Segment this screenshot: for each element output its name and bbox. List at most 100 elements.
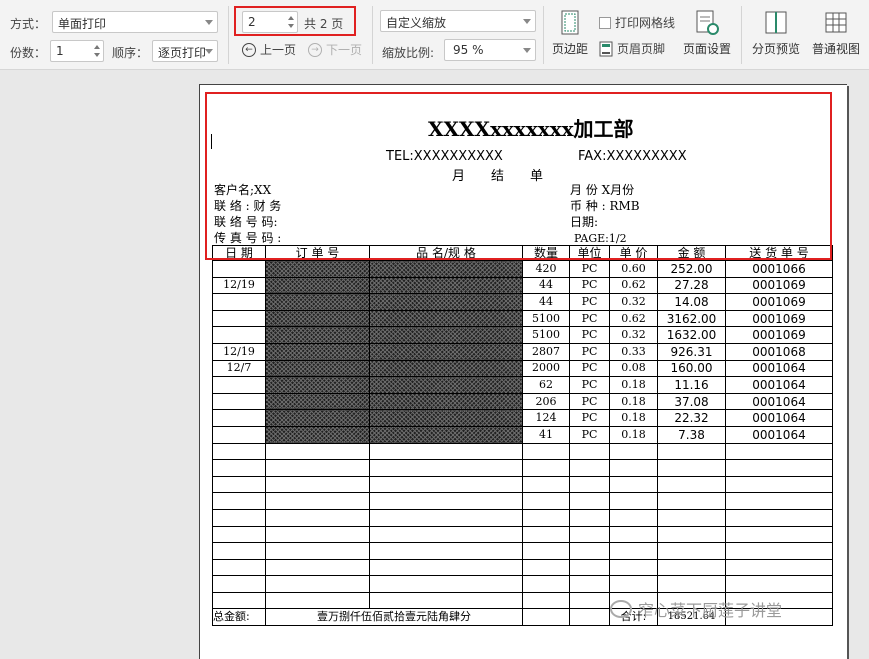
total-in-words: 壹万捌仟伍佰贰拾壹元陆角肆分 bbox=[265, 608, 523, 627]
cell-order-no-redacted bbox=[265, 392, 370, 411]
empty-cell bbox=[657, 442, 726, 461]
table-row: 62 PC 0.18 11.16 0001064 bbox=[212, 376, 833, 394]
empty-cell bbox=[657, 475, 726, 494]
prev-page-button[interactable]: ← 上一页 bbox=[242, 41, 296, 58]
empty-cell bbox=[569, 508, 610, 527]
empty-cell bbox=[369, 558, 523, 577]
cell-unit: PC bbox=[569, 293, 610, 311]
cell-unit: PC bbox=[569, 326, 610, 344]
page-setup-label: 页面设置 bbox=[682, 42, 731, 56]
empty-cell bbox=[657, 508, 726, 527]
empty-row bbox=[212, 542, 833, 560]
watermark-logo-icon bbox=[610, 600, 632, 618]
empty-row bbox=[212, 508, 833, 527]
next-page-button[interactable]: → 下一页 bbox=[308, 41, 362, 58]
table-row: 5100 PC 0.62 3162.00 0001069 bbox=[212, 309, 833, 328]
empty-cell bbox=[609, 558, 658, 577]
cell-date bbox=[212, 409, 266, 427]
gridlines-label: 打印网格线 bbox=[615, 16, 676, 30]
cell-product-redacted bbox=[369, 293, 523, 311]
empty-cell bbox=[522, 591, 570, 610]
print-order-value: 逐页打印 bbox=[158, 46, 207, 60]
empty-cell bbox=[609, 492, 658, 510]
chevron-down-icon bbox=[523, 19, 531, 24]
cell-date bbox=[212, 293, 266, 311]
normal-view-label: 普通视图 bbox=[811, 42, 860, 56]
table-row: 12/19 2807 PC 0.33 926.31 0001068 bbox=[212, 342, 833, 361]
empty-row bbox=[212, 459, 833, 477]
print-mode-select[interactable]: 单面打印 bbox=[52, 11, 218, 33]
copies-stepper[interactable]: 1 bbox=[50, 40, 104, 62]
print-mode-value: 单面打印 bbox=[58, 17, 107, 31]
empty-cell bbox=[369, 442, 523, 461]
empty-row bbox=[212, 475, 833, 494]
print-gridlines-checkbox[interactable]: 打印网格线 bbox=[599, 14, 675, 31]
cell-unit: PC bbox=[569, 260, 610, 278]
empty-cell bbox=[265, 591, 370, 610]
empty-cell bbox=[265, 525, 370, 544]
margins-icon bbox=[561, 10, 579, 35]
cell-date bbox=[212, 326, 266, 344]
cell-delivery-no: 0001068 bbox=[725, 342, 833, 361]
empty-cell bbox=[369, 591, 523, 610]
table-row: 5100 PC 0.32 1632.00 0001069 bbox=[212, 326, 833, 344]
cell-order-no-redacted bbox=[265, 309, 370, 328]
empty-cell bbox=[522, 558, 570, 577]
cell-price: 0.18 bbox=[609, 425, 658, 444]
header-footer-icon bbox=[599, 41, 613, 56]
spin-down-icon[interactable] bbox=[94, 53, 100, 57]
cell-amount: 926.31 bbox=[657, 342, 726, 361]
cell-price: 0.18 bbox=[609, 409, 658, 427]
cell-qty: 420 bbox=[522, 260, 570, 278]
table-row: 12/7 2000 PC 0.08 160.00 0001064 bbox=[212, 359, 833, 378]
cell-product-redacted bbox=[369, 342, 523, 361]
empty-cell bbox=[725, 558, 833, 577]
cell-qty: 44 bbox=[522, 276, 570, 295]
empty-cell bbox=[522, 525, 570, 544]
zoom-ratio-select[interactable]: 95 % bbox=[444, 39, 536, 61]
empty-cell bbox=[657, 525, 726, 544]
print-order-select[interactable]: 逐页打印 bbox=[152, 40, 218, 62]
cell-amount: 37.08 bbox=[657, 392, 726, 411]
divider bbox=[228, 6, 229, 64]
empty-cell bbox=[212, 591, 266, 610]
margins-label: 页边距 bbox=[551, 42, 588, 56]
zoom-mode-select[interactable]: 自定义缩放 bbox=[380, 10, 536, 32]
page-setup-button[interactable]: 页面设置 bbox=[680, 10, 734, 57]
cell-order-no-redacted bbox=[265, 293, 370, 311]
highlight-box bbox=[234, 6, 356, 36]
cell-product-redacted bbox=[369, 309, 523, 328]
spin-up-icon[interactable] bbox=[94, 45, 100, 49]
empty-cell bbox=[522, 575, 570, 593]
cell-unit: PC bbox=[569, 342, 610, 361]
empty-cell bbox=[265, 575, 370, 593]
table-row: 12/19 44 PC 0.62 27.28 0001069 bbox=[212, 276, 833, 295]
empty-cell bbox=[212, 442, 266, 461]
table-row: 124 PC 0.18 22.32 0001064 bbox=[212, 409, 833, 427]
empty-row bbox=[212, 442, 833, 461]
cell-date: 12/19 bbox=[212, 342, 266, 361]
cell-delivery-no: 0001069 bbox=[725, 293, 833, 311]
cell-product-redacted bbox=[369, 425, 523, 444]
normal-view-button[interactable]: 普通视图 bbox=[809, 10, 863, 57]
statement-table: 日 期 订 单 号 品 名/规 格 数量 单位 单 价 金 额 送 货 单 号 … bbox=[212, 245, 833, 627]
empty-cell bbox=[657, 575, 726, 593]
divider bbox=[741, 6, 742, 64]
cell-order-no-redacted bbox=[265, 409, 370, 427]
page-break-preview-button[interactable]: 分页预览 bbox=[750, 10, 802, 57]
cell-amount: 160.00 bbox=[657, 359, 726, 378]
margins-button[interactable]: 页边距 bbox=[550, 10, 590, 57]
empty-cell bbox=[725, 442, 833, 461]
empty-cell bbox=[369, 575, 523, 593]
empty-cell bbox=[265, 508, 370, 527]
empty-cell bbox=[725, 542, 833, 560]
cell-order-no-redacted bbox=[265, 260, 370, 278]
header-footer-button[interactable]: 页眉页脚 bbox=[599, 40, 665, 57]
cell-delivery-no: 0001066 bbox=[725, 260, 833, 278]
cell-delivery-no: 0001069 bbox=[725, 309, 833, 328]
empty-cell bbox=[212, 575, 266, 593]
zoom-ratio-value: 95 % bbox=[453, 43, 484, 57]
cell-unit: PC bbox=[569, 425, 610, 444]
cell-qty: 2807 bbox=[522, 342, 570, 361]
empty-cell bbox=[569, 591, 610, 610]
